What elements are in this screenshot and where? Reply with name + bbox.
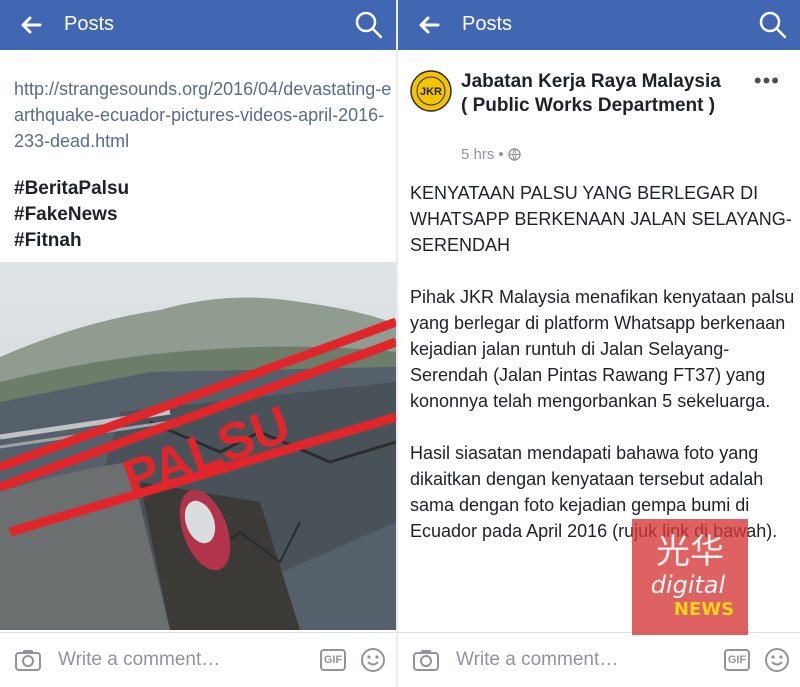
- page-title: Posts: [462, 13, 513, 35]
- meta-separator: •: [498, 146, 504, 163]
- watermark-logo: 光华 digital NEWS: [632, 519, 748, 635]
- post-paragraph: KENYATAAN PALSU YANG BERLEGAR DI WHATSAP…: [410, 183, 792, 255]
- comment-bar: Write a comment… GIF: [398, 632, 800, 687]
- camera-icon[interactable]: [14, 648, 42, 672]
- search-icon[interactable]: [354, 10, 384, 40]
- watermark-news: NEWS: [674, 599, 734, 620]
- gif-button[interactable]: GIF: [320, 649, 346, 671]
- top-bar: Posts: [398, 0, 800, 50]
- camera-icon[interactable]: [412, 648, 440, 672]
- back-arrow-icon[interactable]: [18, 12, 44, 38]
- source-link[interactable]: http://strangesounds.org/2016/04/devasta…: [14, 76, 392, 154]
- hashtag[interactable]: #Fitnah: [14, 228, 129, 254]
- hashtag[interactable]: #BeritaPalsu: [14, 176, 129, 202]
- post-time[interactable]: 5 hrs: [461, 146, 494, 163]
- page-name[interactable]: Jabatan Kerja Raya Malaysia ( Public Wor…: [461, 70, 731, 118]
- hashtag-list: #BeritaPalsu #FakeNews #Fitnah: [14, 176, 129, 254]
- more-options-icon[interactable]: •••: [754, 68, 780, 94]
- watermark-chinese: 光华: [656, 532, 724, 572]
- gif-button[interactable]: GIF: [724, 649, 750, 671]
- comment-bar: Write a comment… GIF: [0, 632, 396, 687]
- globe-icon: [507, 148, 521, 161]
- back-arrow-icon[interactable]: [416, 12, 442, 38]
- comment-input[interactable]: Write a comment…: [456, 649, 618, 671]
- post-meta: 5 hrs •: [461, 146, 521, 163]
- jkr-logo-text: JKR: [420, 86, 442, 98]
- top-bar: Posts: [0, 0, 396, 50]
- watermark-digital: digital: [651, 571, 726, 599]
- hashtag[interactable]: #FakeNews: [14, 202, 129, 228]
- post-photo[interactable]: PALSU: [0, 262, 396, 630]
- jkr-logo[interactable]: JKR: [410, 70, 452, 112]
- comment-input[interactable]: Write a comment…: [58, 649, 220, 671]
- left-post-screen: Posts http://strangesounds.org/2016/04/d…: [0, 0, 396, 687]
- search-icon[interactable]: [758, 10, 788, 40]
- page-title: Posts: [64, 13, 115, 35]
- earthquake-road-photo: PALSU: [0, 262, 396, 630]
- emoji-icon[interactable]: [764, 647, 790, 673]
- post-paragraph: Pihak JKR Malaysia menafikan kenyataan p…: [410, 287, 795, 411]
- post-body: KENYATAAN PALSU YANG BERLEGAR DI WHATSAP…: [410, 180, 795, 570]
- emoji-icon[interactable]: [360, 647, 386, 673]
